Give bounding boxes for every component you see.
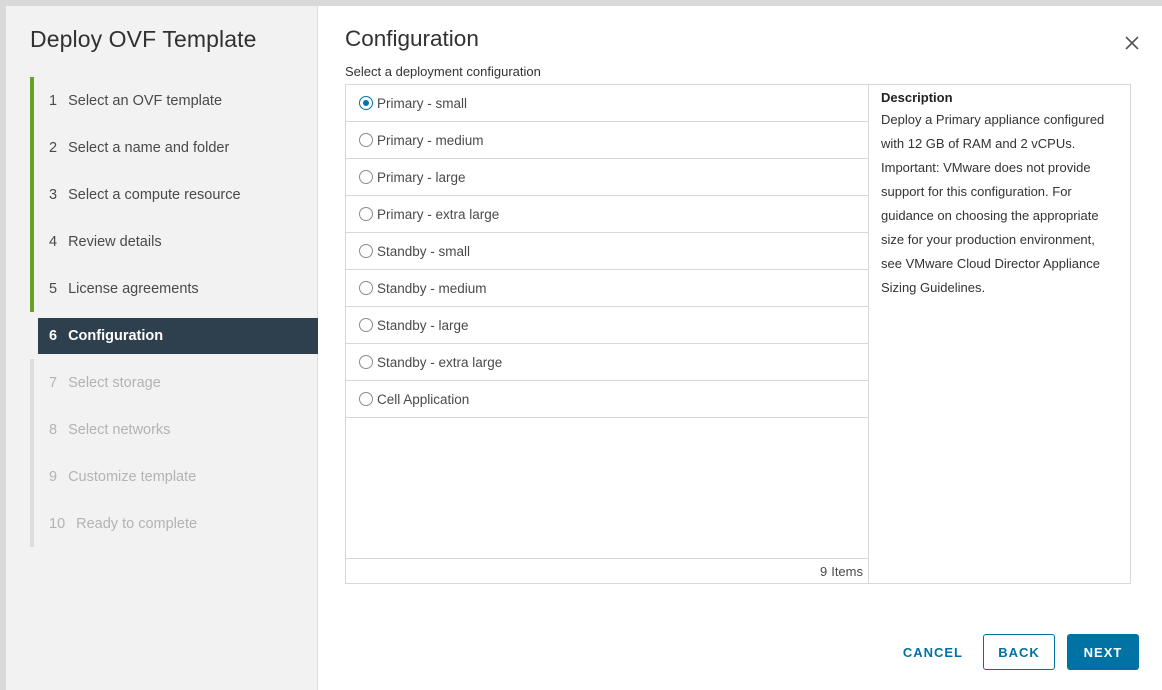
option-standby-medium[interactable]: Standby - medium: [346, 270, 868, 307]
wizard-main: Configuration Select a deployment config…: [318, 6, 1162, 690]
item-count-unit: Items: [831, 563, 863, 579]
step-label: Ready to complete: [76, 515, 198, 532]
radio-button[interactable]: [359, 96, 373, 110]
option-label: Cell Application: [377, 391, 470, 407]
radio-button[interactable]: [359, 355, 373, 369]
step-number: 1: [49, 92, 58, 109]
step-label: Select networks: [68, 421, 171, 438]
step-customize-template: 9 Customize template: [30, 453, 318, 500]
step-select-storage: 7 Select storage: [30, 359, 318, 406]
step-number: 7: [49, 374, 58, 391]
radio-button[interactable]: [359, 207, 373, 221]
step-label: Review details: [68, 233, 162, 250]
option-label: Primary - large: [377, 169, 466, 185]
radio-button[interactable]: [359, 170, 373, 184]
step-license-agreements[interactable]: 5 License agreements: [30, 265, 318, 312]
option-cell-application[interactable]: Cell Application: [346, 381, 868, 418]
wizard-steps: 1 Select an OVF template 2 Select a name…: [30, 77, 318, 547]
radio-button[interactable]: [359, 133, 373, 147]
deploy-ovf-dialog: Deploy OVF Template 1 Select an OVF temp…: [6, 6, 1162, 690]
step-select-ovf-template[interactable]: 1 Select an OVF template: [30, 77, 318, 124]
config-options-list: Primary - small Primary - medium Primary…: [346, 85, 869, 583]
config-subtitle: Select a deployment configuration: [345, 64, 541, 79]
wizard-title: Deploy OVF Template: [30, 26, 257, 52]
radio-button[interactable]: [359, 281, 373, 295]
option-label: Standby - medium: [377, 280, 487, 296]
step-label: Customize template: [68, 468, 197, 485]
step-label: Select an OVF template: [68, 92, 223, 109]
option-primary-small[interactable]: Primary - small: [346, 85, 868, 122]
option-primary-large[interactable]: Primary - large: [346, 159, 868, 196]
step-label: License agreements: [68, 280, 199, 297]
step-number: 3: [49, 186, 58, 203]
step-label: Configuration: [68, 328, 164, 344]
description-label: Description: [881, 90, 953, 105]
radio-button[interactable]: [359, 318, 373, 332]
step-number: 6: [49, 328, 58, 344]
description-panel: Description Deploy a Primary appliance c…: [869, 85, 1130, 583]
option-label: Primary - extra large: [377, 206, 500, 222]
step-number: 10: [49, 515, 66, 532]
step-select-name-folder[interactable]: 2 Select a name and folder: [30, 124, 318, 171]
next-button[interactable]: NEXT: [1067, 634, 1139, 670]
step-configuration[interactable]: 6 Configuration: [38, 318, 318, 354]
option-standby-large[interactable]: Standby - large: [346, 307, 868, 344]
wizard-sidebar: Deploy OVF Template 1 Select an OVF temp…: [6, 6, 318, 690]
step-select-networks: 8 Select networks: [30, 406, 318, 453]
radio-button[interactable]: [359, 392, 373, 406]
back-button[interactable]: BACK: [983, 634, 1055, 670]
option-label: Primary - medium: [377, 132, 484, 148]
option-label: Primary - small: [377, 95, 467, 111]
option-primary-extra-large[interactable]: Primary - extra large: [346, 196, 868, 233]
step-number: 4: [49, 233, 58, 250]
step-review-details[interactable]: 4 Review details: [30, 218, 318, 265]
step-number: 9: [49, 468, 58, 485]
option-standby-small[interactable]: Standby - small: [346, 233, 868, 270]
step-number: 8: [49, 421, 58, 438]
option-label: Standby - large: [377, 317, 469, 333]
option-primary-medium[interactable]: Primary - medium: [346, 122, 868, 159]
option-label: Standby - extra large: [377, 354, 503, 370]
step-number: 2: [49, 139, 58, 156]
step-ready-to-complete: 10 Ready to complete: [30, 500, 318, 547]
cancel-button[interactable]: CANCEL: [891, 634, 975, 670]
step-number: 5: [49, 280, 58, 297]
option-label: Standby - small: [377, 243, 471, 259]
item-count: 9: [819, 563, 828, 579]
step-label: Select a name and folder: [68, 139, 230, 156]
config-datagrid: Primary - small Primary - medium Primary…: [345, 84, 1131, 584]
datagrid-footer: 9 Items: [346, 558, 868, 583]
step-label: Select a compute resource: [68, 186, 241, 203]
page-title: Configuration: [345, 26, 479, 51]
description-text: Deploy a Primary appliance configured wi…: [881, 112, 1105, 295]
step-select-compute-resource[interactable]: 3 Select a compute resource: [30, 171, 318, 218]
close-icon[interactable]: [1122, 33, 1142, 53]
wizard-actions: CANCEL BACK NEXT: [891, 634, 1139, 670]
step-label: Select storage: [68, 374, 161, 391]
option-standby-extra-large[interactable]: Standby - extra large: [346, 344, 868, 381]
radio-button[interactable]: [359, 244, 373, 258]
